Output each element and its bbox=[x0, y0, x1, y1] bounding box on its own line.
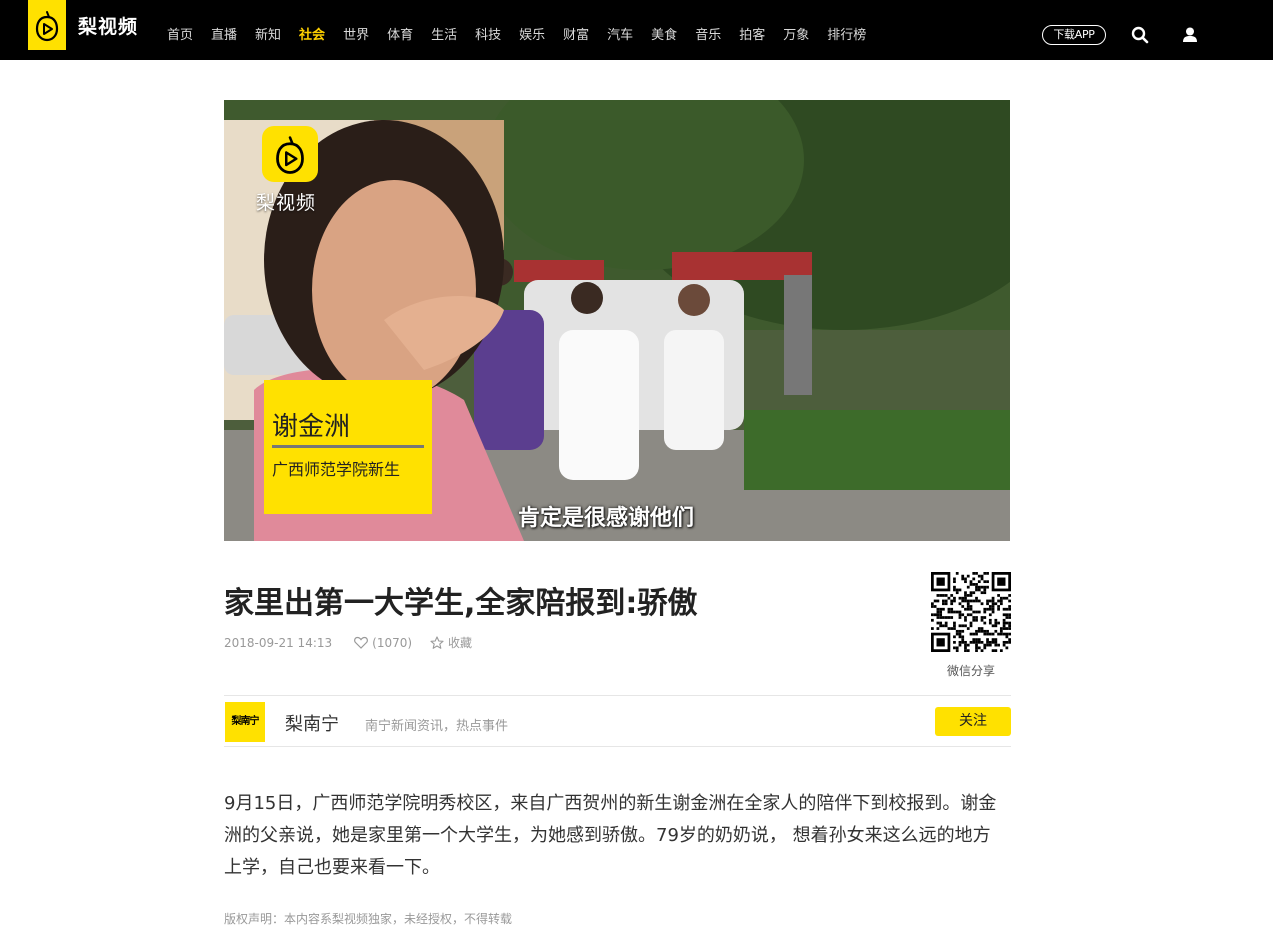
name-card-overlay: 谢金洲 广西师范学院新生 bbox=[264, 380, 432, 514]
pear-logo-icon bbox=[28, 0, 66, 50]
copyright-notice: 版权声明：本内容系梨视频独家，未经授权，不得转载 bbox=[224, 912, 513, 926]
nav-item[interactable]: 财富 bbox=[563, 24, 589, 43]
nav-item[interactable]: 生活 bbox=[431, 24, 457, 43]
user-account-button[interactable] bbox=[1180, 25, 1200, 45]
author-row: 梨南宁 梨南宁 南宁新闻资讯，热点事件 关注 bbox=[224, 695, 1011, 747]
like-button[interactable]: (1070) bbox=[354, 636, 412, 650]
nav-item[interactable]: 体育 bbox=[387, 24, 413, 43]
name-card-name: 谢金洲 bbox=[272, 412, 351, 442]
nav-item[interactable]: 音乐 bbox=[695, 24, 721, 43]
video-player[interactable]: 梨视频 谢金洲 广西师范学院新生 肯定是很感谢他们 bbox=[224, 100, 1010, 541]
article-title: 家里出第一大学生,全家陪报到:骄傲 bbox=[224, 586, 698, 621]
video-caption: 肯定是很感谢他们 bbox=[518, 506, 695, 531]
site-logo-text: 梨视频 bbox=[78, 15, 139, 38]
user-icon bbox=[1183, 27, 1197, 42]
publish-date: 2018-09-21 14:13 bbox=[224, 635, 333, 650]
nav-item[interactable]: 社会 bbox=[299, 24, 325, 43]
nav-item[interactable]: 排行榜 bbox=[827, 24, 866, 43]
name-card-divider bbox=[272, 445, 424, 448]
nav-item[interactable]: 新知 bbox=[255, 24, 281, 43]
search-icon bbox=[1131, 26, 1149, 44]
favorite-button[interactable]: 收藏 bbox=[430, 634, 472, 651]
nav-item[interactable]: 世界 bbox=[343, 24, 369, 43]
nav-item[interactable]: 美食 bbox=[651, 24, 677, 43]
site-logo[interactable]: 梨视频 bbox=[28, 0, 138, 50]
nav-item[interactable]: 万象 bbox=[783, 24, 809, 43]
nav-item[interactable]: 娱乐 bbox=[519, 24, 545, 43]
nav-item[interactable]: 首页 bbox=[167, 24, 193, 43]
download-app-button[interactable]: 下载APP bbox=[1042, 25, 1106, 45]
qr-share-label: 微信分享 bbox=[946, 664, 995, 678]
top-navigation-bar: 梨视频 首页 直播 新知 社会 世界 体育 生活 科技 娱乐 财富 汽车 美食 音乐 拍客 万象 排行榜 下载… bbox=[0, 0, 1273, 60]
nav-item[interactable]: 汽车 bbox=[607, 24, 633, 43]
article-meta: 2018-09-21 14:13 (1070) 收藏 bbox=[224, 634, 472, 651]
like-count: (1070) bbox=[372, 635, 413, 650]
watermark-text: 梨视频 bbox=[256, 192, 317, 214]
search-button[interactable] bbox=[1130, 25, 1150, 45]
nav-item[interactable]: 直播 bbox=[211, 24, 237, 43]
heart-icon bbox=[354, 636, 369, 649]
article-summary: 9月15日，广西师范学院明秀校区，来自广西贺州的新生谢金洲在全家人的陪伴下到校报… bbox=[224, 793, 997, 878]
nav-item[interactable]: 拍客 bbox=[739, 24, 765, 43]
author-avatar[interactable]: 梨南宁 bbox=[225, 702, 265, 742]
author-name[interactable]: 梨南宁 bbox=[285, 710, 339, 736]
nav-item[interactable]: 科技 bbox=[475, 24, 501, 43]
main-nav: 首页 直播 新知 社会 世界 体育 生活 科技 娱乐 财富 汽车 美食 音乐 拍客 万象 排行榜 bbox=[167, 0, 884, 66]
name-card-subtitle: 广西师范学院新生 bbox=[272, 460, 401, 479]
star-icon bbox=[430, 635, 444, 649]
wechat-share-qr-code[interactable] bbox=[931, 572, 1011, 652]
watermark-logo-icon bbox=[262, 126, 318, 182]
follow-button[interactable]: 关注 bbox=[935, 707, 1011, 736]
author-description: 南宁新闻资讯，热点事件 bbox=[365, 719, 509, 734]
favorite-label: 收藏 bbox=[448, 636, 473, 650]
